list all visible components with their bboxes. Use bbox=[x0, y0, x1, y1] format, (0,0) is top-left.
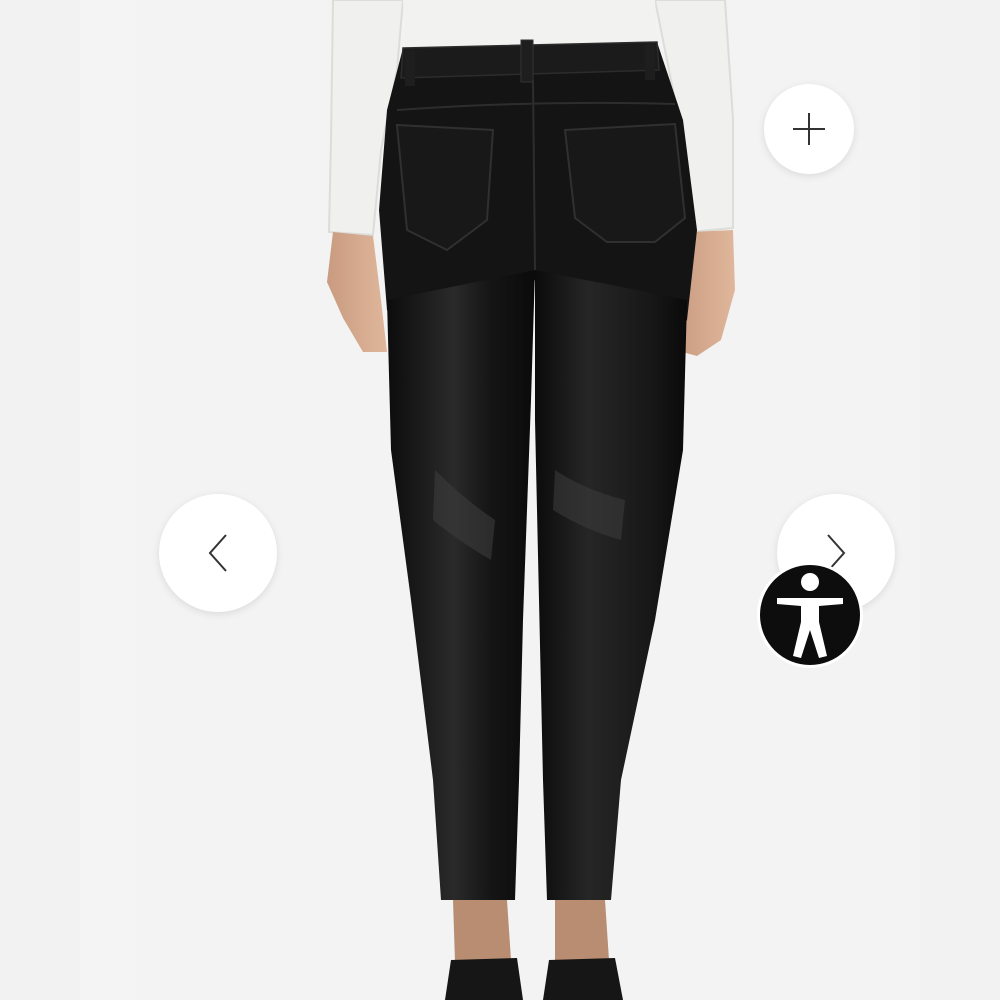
image-viewer bbox=[0, 0, 1000, 1000]
previous-image-button[interactable] bbox=[159, 494, 277, 612]
accessibility-button[interactable] bbox=[757, 562, 863, 668]
plus-icon bbox=[791, 111, 827, 147]
zoom-button[interactable] bbox=[764, 84, 854, 174]
right-backdrop bbox=[920, 0, 1000, 1000]
accessibility-person-icon bbox=[773, 570, 847, 660]
left-backdrop bbox=[0, 0, 80, 1000]
chevron-left-icon bbox=[206, 533, 230, 573]
